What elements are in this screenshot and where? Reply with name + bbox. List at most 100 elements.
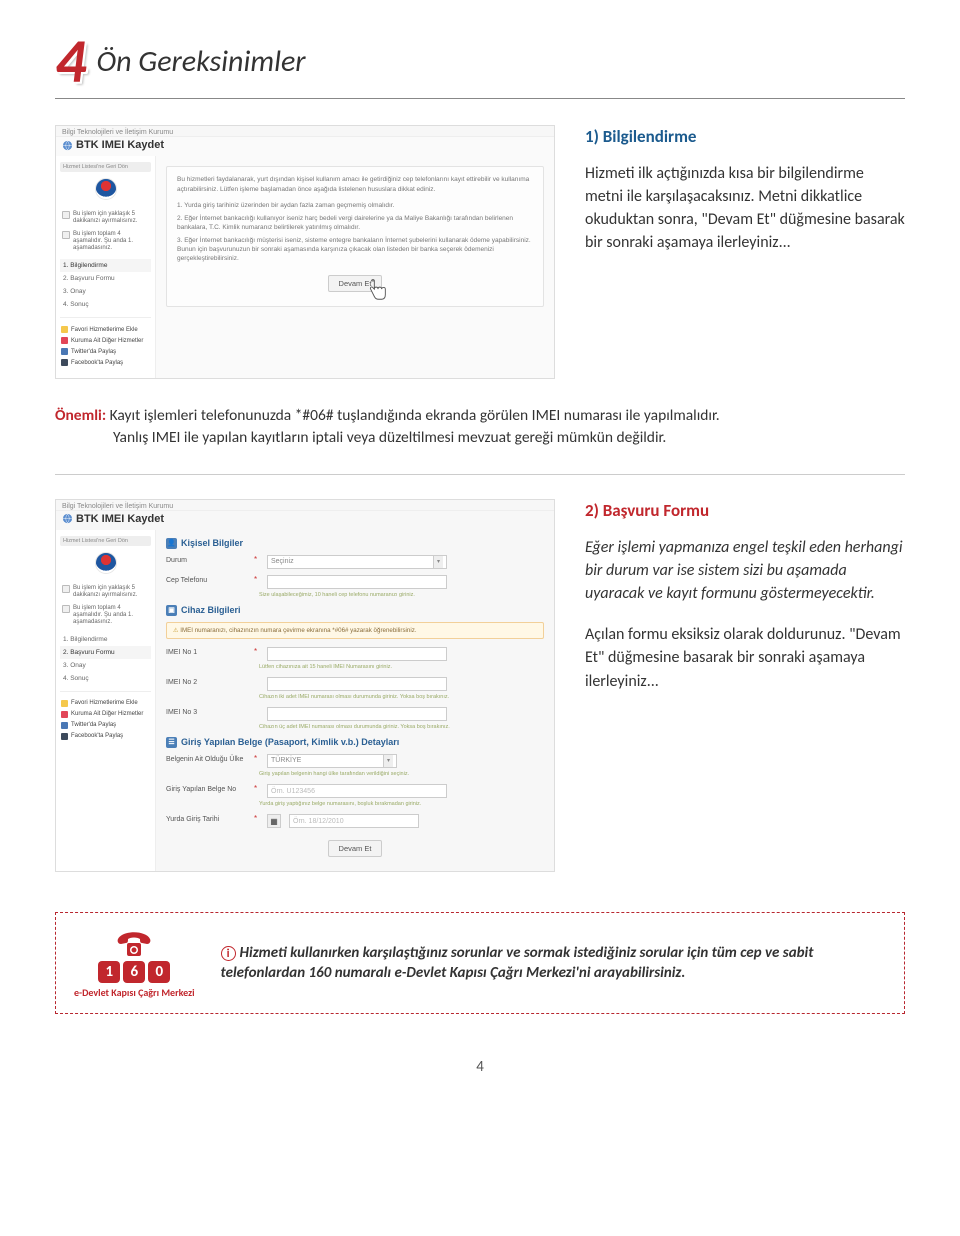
imei2-input[interactable] — [267, 677, 447, 691]
label-cep: Cep Telefonu — [166, 575, 246, 584]
phone-icon — [114, 927, 154, 959]
sidebar-link-label: Favori Hizmetlerime Ekle — [71, 327, 138, 333]
star-icon — [61, 700, 68, 707]
sidebar-step[interactable]: 1. Bilgilendirme — [60, 259, 151, 272]
label-belge-no: Giriş Yapılan Belge No — [166, 784, 246, 793]
imei3-input[interactable] — [267, 707, 447, 721]
flag-icon — [61, 711, 68, 718]
ulke-select[interactable]: TÜRKİYE▾ — [267, 754, 397, 768]
info-intro: Bu hizmetleri faydalanarak, yurt dışında… — [177, 175, 533, 195]
help-imei2: Cihazın iki adet IMEI numarası olması du… — [259, 694, 544, 701]
sidebar-step[interactable]: 3. Onay — [60, 659, 151, 672]
sidebar-step[interactable]: 1. Bilgilendirme — [60, 633, 151, 646]
help-ulke: Giriş yapılan belgenin hangi ülke tarafı… — [259, 771, 544, 778]
chevron-down-icon: ▾ — [383, 755, 393, 767]
sidebar-note2: Bu işlem toplam 4 aşamalıdır. Şu anda 1.… — [73, 231, 149, 252]
twitter-icon — [61, 722, 68, 729]
scr-org: Bilgi Teknolojileri ve İletişim Kurumu — [56, 500, 554, 511]
edevlet-logo-icon — [95, 552, 117, 574]
box-icon — [62, 585, 70, 593]
sidebar-link-label: Kuruma Ait Diğer Hizmetler — [71, 711, 143, 717]
sidebar-note2: Bu işlem toplam 4 aşamalıdır. Şu anda 1.… — [73, 605, 149, 626]
cursor-hand-icon — [367, 279, 389, 308]
step1-row: Bilgi Teknolojileri ve İletişim Kurumu B… — [55, 125, 905, 379]
scr-title: BTK IMEI Kaydet — [76, 513, 164, 525]
imei-warning: ⚠ IMEI numaranızı, cihazınızın numara çe… — [166, 622, 544, 639]
chevron-down-icon: ▾ — [433, 556, 443, 568]
sidebar-link-label: Twitter'da Paylaş — [71, 722, 116, 728]
sidebar-link-label: Facebook'ta Paylaş — [71, 733, 123, 739]
info-panel: Bu hizmetleri faydalanarak, yurt dışında… — [166, 166, 544, 307]
info-icon: i — [221, 946, 236, 961]
sidebar-step[interactable]: 3. Onay — [60, 285, 151, 298]
digit: 6 — [123, 961, 145, 983]
box-icon — [62, 211, 70, 219]
box-icon — [62, 605, 70, 613]
sidebar-note1: Bu işlem için yaklaşık 5 dakikanızı ayır… — [73, 211, 149, 225]
sidebar-link-facebook[interactable]: Facebook'ta Paylaş — [60, 731, 151, 742]
section-kisisel: Kişisel Bilgiler — [181, 538, 243, 548]
section-belge: Giriş Yapılan Belge (Pasaport, Kimlik v.… — [181, 737, 399, 747]
help-imei3: Cihazın üç adet IMEI numarası olması dur… — [259, 724, 544, 731]
header-rule — [55, 98, 905, 99]
important-label: Önemli: — [55, 406, 106, 425]
label-imei2: IMEI No 2 — [166, 677, 246, 686]
star-icon — [61, 326, 68, 333]
callcenter-text: Hizmeti kullanırken karşılaştığınız soru… — [221, 944, 814, 982]
tarih-input[interactable]: Örn. 18/12/2010 — [289, 814, 419, 828]
cep-input[interactable] — [267, 575, 447, 589]
edevlet-logo-icon — [95, 178, 117, 200]
sidebar-step[interactable]: 2. Başvuru Formu — [60, 272, 151, 285]
sidebar-link-facebook[interactable]: Facebook'ta Paylaş — [60, 357, 151, 368]
durum-select[interactable]: Seçiniz▾ — [267, 555, 447, 569]
help-cep: Size ulaşabileceğimiz, 10 haneli cep tel… — [259, 592, 544, 599]
sidebar-step[interactable]: 4. Sonuç — [60, 672, 151, 685]
sidebar-link-twitter[interactable]: Twitter'da Paylaş — [60, 720, 151, 731]
page-header: 4 Ön Gereksinimler — [55, 30, 905, 92]
calendar-icon[interactable]: ▦ — [267, 814, 281, 828]
sidebar-link-fav[interactable]: Favori Hizmetlerime Ekle — [60, 324, 151, 335]
step2-heading: 2) Başvuru Formu — [585, 499, 905, 524]
doc-icon: ☰ — [166, 737, 177, 748]
scr-title: BTK IMEI Kaydet — [76, 139, 164, 151]
info-line: 3. Eğer İnternet bankacılığı müşterisi i… — [177, 236, 533, 263]
digit: 0 — [148, 961, 170, 983]
facebook-icon — [61, 359, 68, 366]
sidebar-link-twitter[interactable]: Twitter'da Paylaş — [60, 346, 151, 357]
step2-row: Bilgi Teknolojileri ve İletişim Kurumu B… — [55, 499, 905, 872]
label-durum: Durum — [166, 555, 246, 564]
sidebar-note1: Bu işlem için yaklaşık 5 dakikanızı ayır… — [73, 585, 149, 599]
sidebar-link-label: Facebook'ta Paylaş — [71, 360, 123, 366]
sidebar-back-tab[interactable]: Hizmet Listesi'ne Geri Dön — [60, 162, 151, 172]
label-imei3: IMEI No 3 — [166, 707, 246, 716]
sidebar-link-label: Kuruma Ait Diğer Hizmetler — [71, 338, 143, 344]
sidebar-link-org[interactable]: Kuruma Ait Diğer Hizmetler — [60, 335, 151, 346]
belge-no-input[interactable]: Örn. U123456 — [267, 784, 447, 798]
scr-sidebar: Hizmet Listesi'ne Geri Dön Bu işlem için… — [56, 156, 156, 378]
scr2-sidebar: Hizmet Listesi'ne Geri Dön Bu işlem için… — [56, 530, 156, 871]
globe-icon — [62, 513, 73, 524]
sidebar-step[interactable]: 4. Sonuç — [60, 298, 151, 311]
devam-button[interactable]: Devam Et — [328, 840, 383, 857]
important-note: Önemli: Kayıt işlemleri telefonunuzda *#… — [55, 405, 905, 450]
sidebar-step[interactable]: 2. Başvuru Formu — [60, 646, 151, 659]
facebook-icon — [61, 733, 68, 740]
page-title: Ön Gereksinimler — [96, 43, 305, 80]
sidebar-link-org[interactable]: Kuruma Ait Diğer Hizmetler — [60, 709, 151, 720]
mid-rule — [55, 474, 905, 475]
imei1-input[interactable] — [267, 647, 447, 661]
screenshot-basvuru-formu: Bilgi Teknolojileri ve İletişim Kurumu B… — [55, 499, 555, 872]
label-imei1: IMEI No 1 — [166, 647, 246, 656]
sidebar-link-fav[interactable]: Favori Hizmetlerime Ekle — [60, 698, 151, 709]
step1-text: Hizmeti ilk açtığınızda kısa bir bilgile… — [585, 162, 905, 255]
flag-icon — [61, 337, 68, 344]
help-imei1: Lütfen cihazınıza ait 15 haneli IMEI Num… — [259, 664, 544, 671]
sidebar-back-tab[interactable]: Hizmet Listesi'ne Geri Dön — [60, 536, 151, 546]
label-tarih: Yurda Giriş Tarihi — [166, 814, 246, 823]
info-line: 2. Eğer İnternet bankacılığı kullanıyor … — [177, 214, 533, 232]
sidebar-link-label: Favori Hizmetlerime Ekle — [71, 700, 138, 706]
step2-p1: Eğer işlemi yapmanıza engel teşkil eden … — [585, 536, 905, 606]
step1-heading: 1) Bilgilendirme — [585, 125, 905, 150]
person-icon: 👤 — [166, 538, 177, 549]
box-icon — [62, 231, 70, 239]
